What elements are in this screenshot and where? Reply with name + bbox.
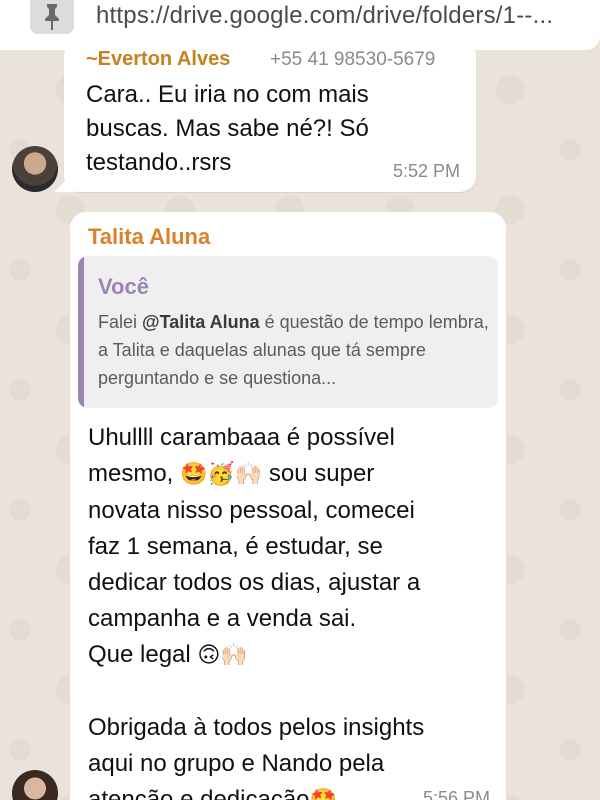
pin-icon[interactable]: [30, 0, 74, 34]
message-text: Uhullll carambaaa é possível mesmo, 🤩🥳🙌🏻…: [88, 420, 498, 800]
message-line: dedicar todos os dias, ajustar a: [88, 569, 421, 596]
quoted-message[interactable]: Você Falei @Talita Aluna é questão de te…: [78, 256, 498, 408]
message-line: faz 1 semana, é estudar, se: [88, 533, 383, 560]
emoji-group: 🤩: [310, 788, 337, 800]
message-line-part: atenção e dedicação: [88, 786, 310, 800]
quote-text: Falei @Talita Aluna é questão de tempo l…: [98, 308, 492, 392]
sender-name[interactable]: ~Everton Alves: [86, 48, 230, 71]
sender-name[interactable]: Talita Aluna: [88, 224, 210, 250]
message-line: Que legal 🙃🙌🏻: [88, 637, 498, 674]
avatar[interactable]: [12, 146, 58, 192]
message-spacer: [88, 674, 498, 710]
url-text[interactable]: https://drive.google.com/drive/folders/1…: [96, 2, 553, 30]
message-bubble[interactable]: Talita Aluna Você Falei @Talita Aluna é …: [70, 212, 506, 800]
message-line: campanha e a venda sai.: [88, 605, 357, 632]
message-line: novata nisso pessoal, comecei: [88, 497, 415, 524]
message-line: Uhullll carambaaa é possível: [88, 424, 395, 451]
quote-text-before: Falei: [98, 312, 143, 332]
message-line: mesmo, 🤩🥳🙌🏻 sou super: [88, 456, 498, 493]
message-line-part: mesmo,: [88, 460, 174, 487]
message-line-part: Que legal: [88, 641, 191, 668]
message-line: aqui no grupo e Nando pela: [88, 750, 385, 777]
emoji-group: 🙃🙌🏻: [197, 643, 248, 668]
message-bubble[interactable]: ~Everton Alves +55 41 98530-5679 Cara.. …: [54, 40, 476, 192]
pin-icon-glyph: [45, 4, 59, 30]
quote-accent-bar: [78, 256, 84, 408]
message-line-part: sou super: [268, 460, 375, 487]
message-line: Obrigada à todos pelos insights: [88, 714, 425, 741]
message-time: 5:52 PM: [392, 161, 460, 181]
mention: @Talita Aluna: [142, 312, 260, 332]
emoji-group: 🤩🥳🙌🏻: [180, 462, 263, 487]
message-time: 5:56 PM: [422, 788, 490, 800]
sender-phone: +55 41 98530-5679: [270, 49, 436, 70]
quote-author: Você: [98, 274, 149, 299]
